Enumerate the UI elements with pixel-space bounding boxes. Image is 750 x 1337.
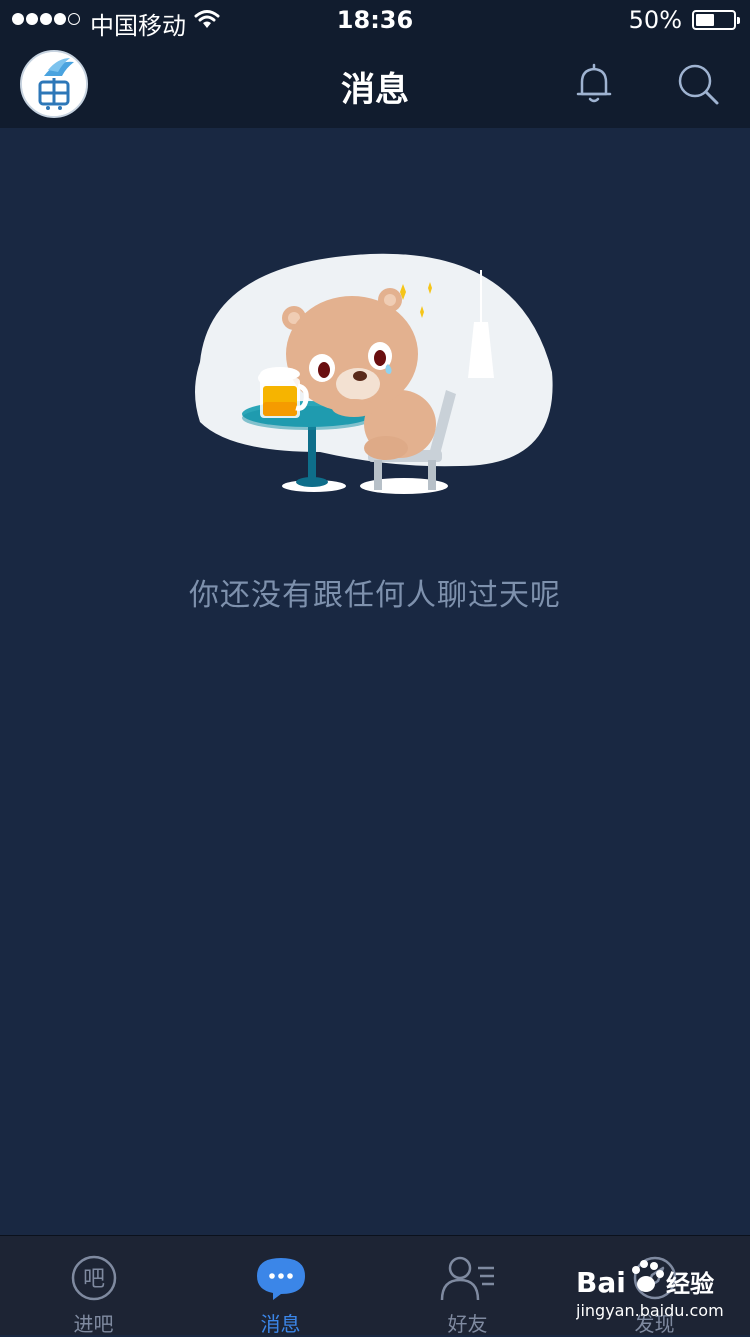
baidu-jingyan-watermark: Bai 经验 jingyan.baidu.com <box>576 1260 724 1320</box>
top-bar: 中国移动 18:36 50% 消息 <box>0 0 750 128</box>
tab-friends[interactable]: 好友 <box>374 1236 561 1336</box>
status-bar: 中国移动 18:36 50% <box>0 0 750 40</box>
page-title: 消息 <box>341 70 409 110</box>
bell-icon[interactable] <box>574 62 614 106</box>
tab-label: 进吧 <box>73 1312 114 1336</box>
ba-circle-icon: 吧 <box>71 1255 116 1301</box>
watermark-brand-suffix: 经验 <box>666 1270 714 1298</box>
empty-state-message: 你还没有跟任何人聊过天呢 <box>189 578 561 613</box>
tab-label: 消息 <box>260 1312 301 1336</box>
paw-icon <box>632 1260 664 1292</box>
battery-percent: 50% <box>628 6 682 34</box>
tab-jinba[interactable]: 吧 进吧 <box>0 1236 187 1336</box>
ba-icon-glyph: 吧 <box>82 1267 104 1292</box>
empty-state-illustration <box>195 253 553 494</box>
watermark-brand: Bai <box>576 1266 626 1299</box>
tab-messages[interactable]: 消息 <box>187 1236 374 1336</box>
battery-icon <box>692 10 740 30</box>
friends-icon <box>440 1256 494 1301</box>
search-icon[interactable] <box>676 62 720 106</box>
chat-bubble-icon <box>256 1258 305 1300</box>
tab-label: 好友 <box>447 1312 488 1336</box>
watermark-url: jingyan.baidu.com <box>576 1301 724 1320</box>
